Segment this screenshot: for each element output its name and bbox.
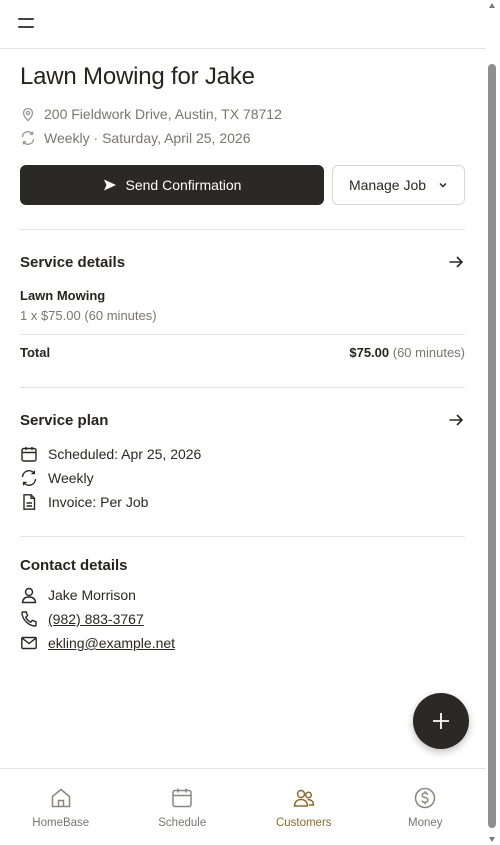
contact-name: Jake Morrison (48, 587, 136, 603)
scrollbar[interactable] (486, 0, 498, 845)
send-icon (103, 179, 116, 191)
plan-frequency: Weekly (20, 469, 94, 487)
nav-item-money[interactable]: Money (365, 769, 487, 845)
divider (20, 387, 465, 388)
service-item-name: Lawn Mowing (20, 288, 106, 303)
invoice-text: Invoice: Per Job (48, 494, 149, 510)
add-fab-button[interactable] (413, 693, 469, 749)
arrow-right-icon[interactable] (447, 253, 465, 271)
contact-name-row: Jake Morrison (20, 586, 136, 604)
total-duration: (60 minutes) (392, 345, 465, 360)
nav-item-schedule[interactable]: Schedule (122, 769, 244, 845)
job-frequency: Weekly · Saturday, April 25, 2026 (20, 130, 250, 146)
send-confirmation-button[interactable]: Send Confirmation (20, 165, 324, 205)
job-address: 200 Fieldwork Drive, Austin, TX 78712 (20, 106, 282, 122)
nav-label-homebase: HomeBase (32, 817, 90, 829)
repeat-icon (21, 131, 35, 145)
divider (20, 536, 465, 537)
service-plan-heading: Service plan (20, 412, 109, 429)
bottom-navigation: HomeBase Schedule Customers Money (0, 768, 486, 845)
calendar-icon (21, 447, 37, 462)
plus-icon (433, 713, 449, 729)
users-icon (293, 789, 315, 807)
plan-scheduled: Scheduled: Apr 25, 2026 (20, 445, 201, 463)
home-icon (51, 788, 70, 808)
nav-label-money: Money (407, 817, 443, 829)
contact-phone-link[interactable]: (982) 883-3767 (48, 611, 144, 627)
calendar-icon (172, 788, 192, 808)
total-value: $75.00 (60 minutes) (349, 345, 465, 360)
contact-email-row: ekling@example.net (20, 634, 175, 652)
frequency-text: Weekly · Saturday, April 25, 2026 (44, 130, 251, 146)
page-title: Lawn Mowing for Jake (20, 63, 255, 90)
total-label: Total (20, 345, 51, 360)
manage-job-button[interactable]: Manage Job (332, 165, 465, 205)
send-confirmation-label: Send Confirmation (125, 177, 242, 193)
plan-invoice: Invoice: Per Job (20, 493, 148, 511)
repeat-icon (21, 470, 37, 486)
divider (20, 334, 465, 335)
address-text: 200 Fieldwork Drive, Austin, TX 78712 (44, 106, 282, 122)
service-item-detail: 1 x $75.00 (60 minutes) (20, 308, 157, 323)
scroll-down-arrow-icon[interactable] (489, 837, 495, 842)
chevron-down-icon (439, 182, 447, 188)
scrollbar-thumb[interactable] (488, 64, 496, 828)
mail-icon (21, 636, 37, 650)
location-pin-icon (22, 107, 34, 122)
nav-item-homebase[interactable]: HomeBase (0, 769, 122, 845)
arrow-right-icon[interactable] (447, 411, 465, 429)
scheduled-text: Scheduled: Apr 25, 2026 (48, 446, 202, 462)
phone-icon (21, 611, 37, 627)
document-icon (23, 494, 36, 510)
scroll-up-arrow-icon[interactable] (489, 3, 495, 8)
contact-details-heading: Contact details (20, 557, 128, 574)
nav-item-customers[interactable]: Customers (243, 769, 365, 845)
plan-frequency-text: Weekly (48, 470, 94, 486)
hamburger-menu-icon[interactable] (17, 15, 37, 33)
manage-job-label: Manage Job (348, 177, 427, 193)
nav-label-customers: Customers (275, 817, 332, 829)
dollar-icon (415, 787, 436, 809)
top-bar (0, 0, 486, 49)
nav-label-schedule: Schedule (158, 817, 207, 829)
service-details-heading: Service details (20, 254, 126, 271)
contact-email-link[interactable]: ekling@example.net (48, 635, 175, 651)
person-icon (21, 587, 37, 604)
divider (20, 229, 465, 230)
contact-phone-row: (982) 883-3767 (20, 610, 144, 628)
total-amount: $75.00 (349, 345, 390, 360)
